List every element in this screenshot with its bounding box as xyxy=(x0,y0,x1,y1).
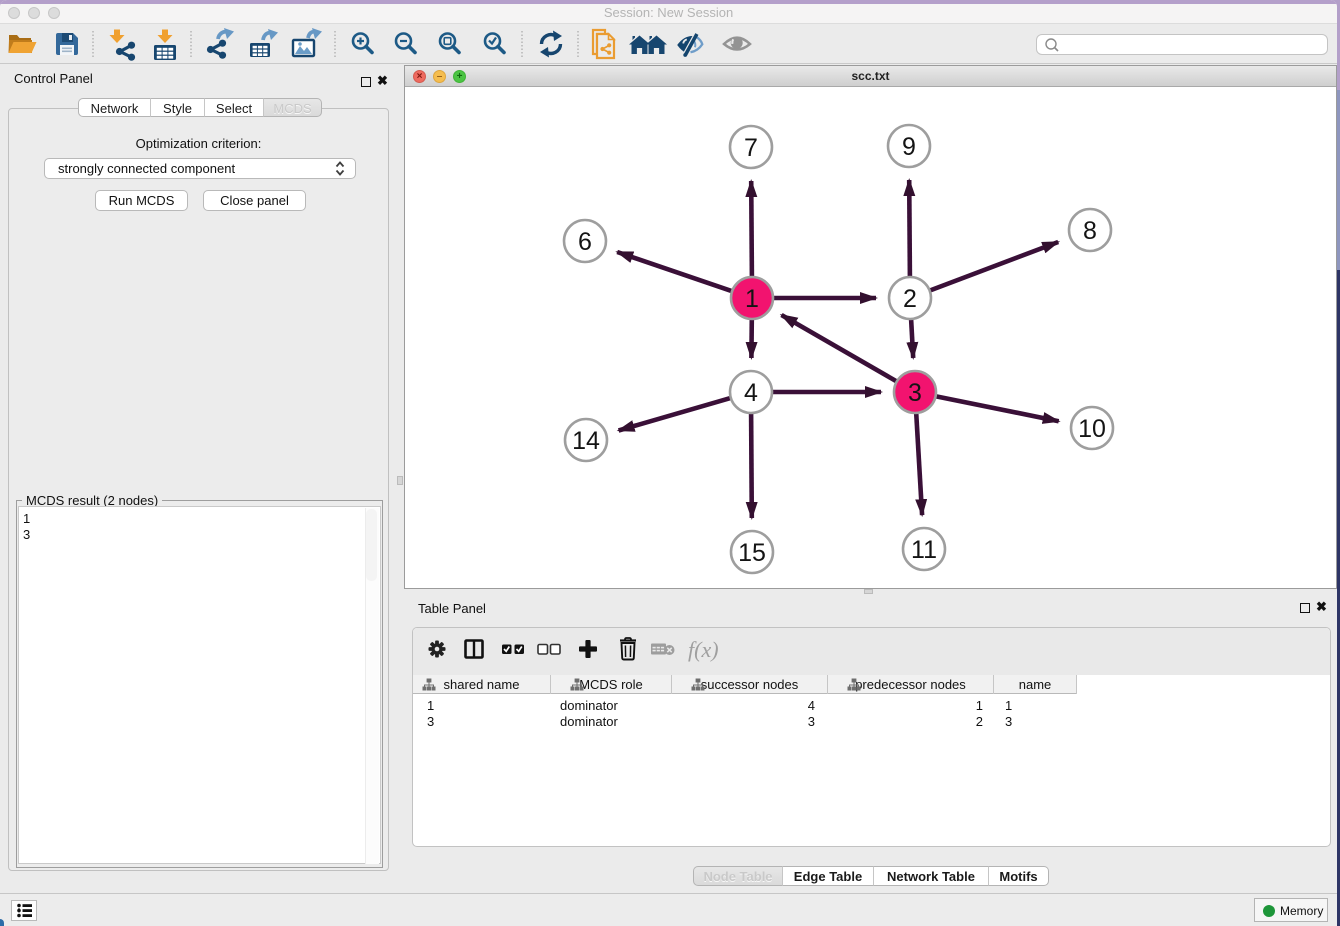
svg-text:7: 7 xyxy=(744,134,758,162)
svg-text:14: 14 xyxy=(572,427,600,455)
svg-text:15: 15 xyxy=(738,539,766,567)
svg-text:2: 2 xyxy=(903,285,917,313)
svg-text:4: 4 xyxy=(744,379,758,407)
svg-text:1: 1 xyxy=(745,285,759,313)
svg-text:11: 11 xyxy=(911,536,937,564)
svg-text:3: 3 xyxy=(908,379,922,407)
svg-text:6: 6 xyxy=(578,228,592,256)
svg-text:9: 9 xyxy=(902,133,916,161)
svg-text:10: 10 xyxy=(1078,415,1106,443)
svg-text:f(x): f(x) xyxy=(688,637,719,662)
svg-text:8: 8 xyxy=(1083,217,1097,245)
